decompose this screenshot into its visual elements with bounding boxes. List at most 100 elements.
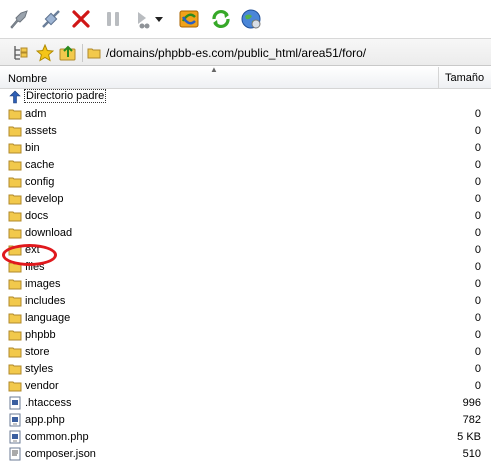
file-size: 0 bbox=[474, 193, 481, 205]
php-file-icon bbox=[8, 430, 22, 444]
file-row[interactable]: config 0 bbox=[0, 174, 491, 191]
folder-icon bbox=[8, 141, 22, 155]
folder-icon bbox=[8, 328, 22, 342]
path-toolbar: /domains/phpbb-es.com/public_html/area51… bbox=[0, 38, 491, 66]
file-name: docs bbox=[25, 210, 49, 222]
file-row[interactable]: ext 0 bbox=[0, 242, 491, 259]
folder-icon bbox=[8, 277, 22, 291]
connect-icon[interactable] bbox=[6, 6, 32, 32]
folder-icon bbox=[8, 124, 22, 138]
folder-icon bbox=[8, 226, 22, 240]
folder-icon bbox=[8, 294, 22, 308]
file-size: 0 bbox=[474, 346, 481, 358]
folder-icon bbox=[8, 175, 22, 189]
file-row[interactable]: app.php 782 bbox=[0, 412, 491, 429]
toolbar-separator bbox=[82, 44, 83, 62]
file-size: 510 bbox=[462, 448, 481, 460]
file-row[interactable]: vendor 0 bbox=[0, 378, 491, 395]
folder-icon bbox=[8, 345, 22, 359]
file-name: develop bbox=[25, 193, 64, 205]
file-name: vendor bbox=[25, 380, 59, 392]
tree-view-icon[interactable] bbox=[10, 43, 30, 63]
file-row[interactable]: styles 0 bbox=[0, 361, 491, 378]
file-size: 0 bbox=[474, 176, 481, 188]
folder-icon bbox=[8, 107, 22, 121]
folder-icon bbox=[86, 43, 102, 63]
file-row[interactable]: download 0 bbox=[0, 225, 491, 242]
file-size: 782 bbox=[462, 414, 481, 426]
file-row[interactable]: develop 0 bbox=[0, 191, 491, 208]
file-size: 0 bbox=[474, 227, 481, 239]
highlight-ring bbox=[2, 244, 57, 266]
dropdown-arrow-icon[interactable] bbox=[152, 6, 166, 32]
file-name: .htaccess bbox=[25, 397, 72, 409]
folder-icon bbox=[8, 311, 22, 325]
file-row[interactable]: images 0 bbox=[0, 276, 491, 293]
json-file-icon bbox=[8, 447, 22, 461]
column-header-row: ▲ Nombre Tamaño bbox=[0, 65, 491, 89]
file-size: 0 bbox=[474, 159, 481, 171]
file-size: 0 bbox=[474, 108, 481, 120]
php-file-icon bbox=[8, 413, 22, 427]
file-row[interactable]: files 0 bbox=[0, 259, 491, 276]
file-size: 996 bbox=[462, 397, 481, 409]
file-icon bbox=[8, 396, 22, 410]
file-name: adm bbox=[25, 108, 47, 120]
file-name: bin bbox=[25, 142, 40, 154]
file-row[interactable]: assets 0 bbox=[0, 123, 491, 140]
folder-icon bbox=[8, 379, 22, 393]
file-name: images bbox=[25, 278, 61, 290]
file-name: store bbox=[25, 346, 50, 358]
file-size: 5 KB bbox=[457, 431, 481, 443]
folder-icon bbox=[8, 158, 22, 172]
file-size: 0 bbox=[474, 363, 481, 375]
file-row[interactable]: language 0 bbox=[0, 310, 491, 327]
file-row[interactable]: bin 0 bbox=[0, 140, 491, 157]
file-size: 0 bbox=[474, 244, 481, 256]
file-row[interactable]: cache 0 bbox=[0, 157, 491, 174]
file-size: 0 bbox=[474, 125, 481, 137]
globe-icon[interactable] bbox=[238, 6, 264, 32]
file-size: 0 bbox=[474, 380, 481, 392]
file-name: assets bbox=[25, 125, 57, 137]
parent-directory-row[interactable]: Directorio padre bbox=[0, 89, 491, 106]
disconnect-icon[interactable] bbox=[38, 6, 64, 32]
sync-icon[interactable] bbox=[176, 6, 202, 32]
folder-icon bbox=[8, 209, 22, 223]
file-row[interactable]: docs 0 bbox=[0, 208, 491, 225]
file-size: 0 bbox=[474, 142, 481, 154]
main-toolbar bbox=[0, 0, 491, 38]
file-name: Directorio padre bbox=[23, 89, 107, 103]
refresh-icon[interactable] bbox=[208, 6, 234, 32]
file-name: cache bbox=[25, 159, 55, 171]
favorites-star-icon[interactable] bbox=[35, 43, 55, 63]
file-name: phpbb bbox=[25, 329, 56, 341]
file-name: composer.json bbox=[25, 448, 96, 460]
file-row[interactable]: phpbb 0 bbox=[0, 327, 491, 344]
column-size-header[interactable]: Tamaño bbox=[438, 67, 491, 88]
stop-icon[interactable] bbox=[68, 6, 94, 32]
file-row[interactable]: common.php 5 KB bbox=[0, 429, 491, 446]
file-name: includes bbox=[25, 295, 66, 307]
folder-icon bbox=[8, 192, 22, 206]
pause-icon[interactable] bbox=[100, 6, 126, 32]
column-name-header[interactable]: Nombre bbox=[8, 73, 47, 85]
file-row[interactable]: adm 0 bbox=[0, 106, 491, 123]
file-name: common.php bbox=[25, 431, 89, 443]
file-size: 0 bbox=[474, 278, 481, 290]
file-name: download bbox=[25, 227, 73, 239]
file-size: 0 bbox=[474, 295, 481, 307]
file-name: language bbox=[25, 312, 71, 324]
file-row[interactable]: composer.json 510 bbox=[0, 446, 491, 463]
path-field[interactable]: /domains/phpbb-es.com/public_html/area51… bbox=[106, 46, 366, 60]
sort-ascending-icon: ▲ bbox=[210, 65, 218, 74]
parent-folder-up-icon[interactable] bbox=[58, 43, 78, 63]
file-size: 0 bbox=[474, 210, 481, 222]
file-row[interactable]: .htaccess 996 bbox=[0, 395, 491, 412]
file-row[interactable]: includes 0 bbox=[0, 293, 491, 310]
parent-up-icon bbox=[8, 90, 22, 104]
file-name: config bbox=[25, 176, 55, 188]
file-row[interactable]: store 0 bbox=[0, 344, 491, 361]
folder-icon bbox=[8, 362, 22, 376]
file-size: 0 bbox=[474, 312, 481, 324]
